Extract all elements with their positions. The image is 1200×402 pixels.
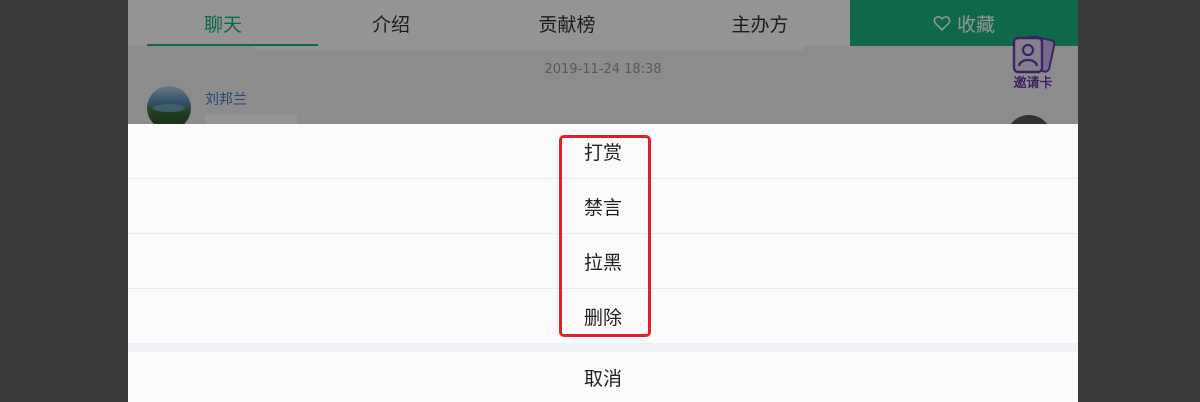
live-room-page: 聊天 介绍 贡献榜 主办方 收藏 2019-11-24 18:38 刘邦兰 邀请… [128, 0, 1078, 402]
annotation-highlight-box [559, 135, 651, 337]
cancel-button[interactable]: 取消 [128, 352, 1078, 402]
dim-overlay[interactable] [128, 0, 1078, 124]
cancel-label: 取消 [583, 367, 622, 390]
